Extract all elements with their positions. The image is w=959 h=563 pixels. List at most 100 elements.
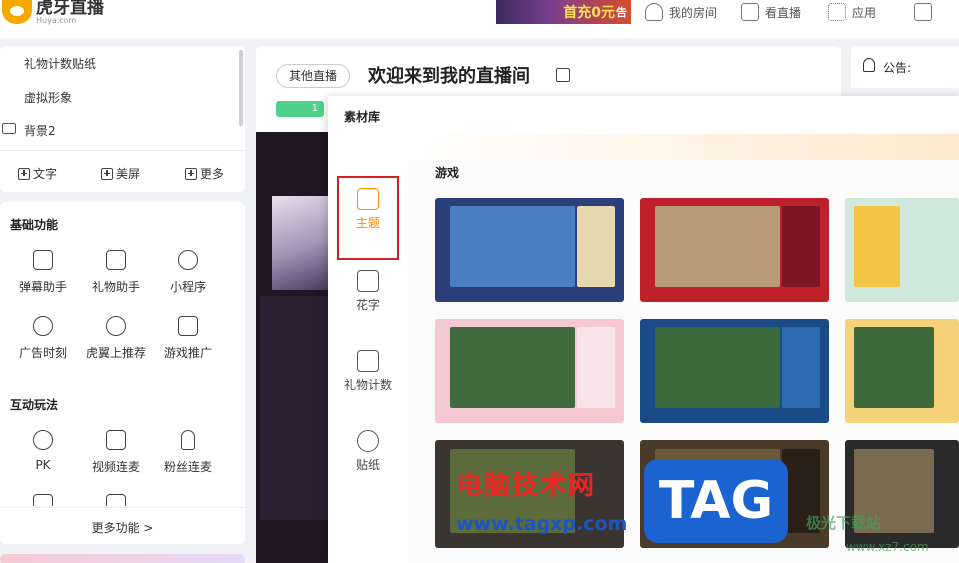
category-tag-button[interactable]: 其他直播 (276, 64, 350, 88)
ad-banner-text: 首充0元 (563, 5, 615, 21)
theme-thumbnail[interactable] (640, 319, 829, 423)
game-promo-button[interactable]: 游戏推广 (153, 316, 223, 361)
fan-link-button[interactable]: 粉丝连麦 (153, 430, 223, 475)
layer-item-avatar[interactable]: 虚拟形象 (24, 89, 72, 106)
tab-gift-counter[interactable]: 礼物计数 (328, 350, 408, 393)
tv-button[interactable] (8, 494, 78, 506)
ad-banner[interactable]: 首充0元告 (496, 0, 631, 24)
tab-gift-counter-label: 礼物计数 (343, 378, 392, 392)
layer-item-background[interactable]: 背景2 (24, 122, 56, 139)
nav-my-room-label: 我的房间 (669, 5, 718, 20)
nav-my-room[interactable]: 我的房间 (645, 0, 717, 24)
tab-fancy-text-label: 花字 (355, 298, 380, 312)
gamepad-icon (178, 316, 198, 336)
theme-thumbnail[interactable] (845, 198, 959, 302)
nav-apps-label: 应用 (852, 5, 877, 20)
plus-icon (185, 167, 197, 180)
gift-assistant-button[interactable]: 礼物助手 (81, 250, 151, 295)
logo-subtext: Huya.com (36, 16, 77, 25)
ad-time-label: 广告时刻 (18, 346, 67, 360)
mini-program-button[interactable]: 小程序 (153, 250, 223, 295)
video-link-icon (106, 430, 126, 450)
library-banner (408, 134, 959, 160)
add-beauty-button[interactable]: 美屏 (101, 165, 140, 182)
thumbnail-side-panel (576, 327, 615, 409)
quiz-button[interactable] (81, 494, 151, 506)
theme-thumbnail[interactable] (640, 198, 829, 302)
watermark-url: www.tagxp.com (456, 513, 628, 535)
tab-fancy-text[interactable]: 花字 (328, 270, 408, 313)
thumbnail-side-panel (576, 206, 615, 288)
divider (0, 150, 245, 151)
nav-watch-live[interactable]: 看直播 (741, 0, 801, 24)
tab-sticker[interactable]: 贴纸 (328, 430, 408, 473)
microphone-icon (181, 430, 195, 450)
tab-sticker-label: 贴纸 (355, 458, 380, 472)
interactive-title: 互动玩法 (10, 398, 59, 412)
pk-label: PK (35, 458, 51, 472)
danmu-assistant-button[interactable]: 弹幕助手 (8, 250, 78, 295)
huya-logo[interactable]: 虎牙直播 Huya.com (2, 0, 104, 25)
apps-grid-icon (828, 3, 846, 21)
notice-card: 公告: (851, 46, 959, 88)
thumbnail-screen (450, 327, 575, 409)
nav-messages[interactable] (914, 0, 932, 24)
thumbnail-screen (854, 206, 900, 288)
basic-functions-title: 基础功能 (10, 218, 59, 232)
add-more-button[interactable]: 更多 (185, 165, 224, 182)
layer-item-gift-counter[interactable]: 礼物计数贴纸 (24, 55, 96, 72)
add-more-label: 更多 (200, 167, 225, 181)
theme-thumbnail[interactable] (845, 319, 959, 423)
thumbnail-screen (854, 327, 934, 409)
message-icon (914, 3, 932, 21)
huyi-recommend-label: 虎翼上推荐 (85, 346, 146, 360)
huyi-recommend-button[interactable]: 虎翼上推荐 (81, 316, 151, 361)
watermark: 电脑技术网 www.tagxp.com TAG (444, 457, 788, 547)
image-icon (2, 123, 16, 134)
ad-time-button[interactable]: 广告时刻 (8, 316, 78, 361)
add-text-label: 文字 (33, 167, 58, 181)
watermark-secondary-name: 极光下载站 (806, 514, 882, 532)
theme-thumbnail[interactable] (435, 198, 624, 302)
anchor-character-image (272, 196, 328, 290)
yen-coin-icon (33, 316, 53, 336)
pk-button[interactable]: PK (8, 430, 78, 472)
category-title: 游戏 (435, 166, 460, 180)
thumbnail-side-panel (781, 206, 820, 288)
video-link-button[interactable]: 视频连麦 (81, 430, 151, 475)
bell-icon (863, 58, 875, 72)
more-functions-button[interactable]: 更多功能 > (0, 507, 245, 536)
play-icon (741, 3, 759, 21)
live-preview-lower (260, 296, 328, 520)
danmu-icon (33, 250, 53, 270)
gift-assistant-label: 礼物助手 (91, 280, 140, 294)
highlight-box (337, 176, 399, 260)
plus-icon (101, 167, 113, 180)
layer-list-scrollbar[interactable] (239, 50, 243, 126)
ad-banner-small: 告 (616, 6, 627, 19)
gift-n-icon (357, 350, 379, 372)
promo-strip (0, 554, 245, 563)
theme-thumbnail[interactable] (435, 319, 624, 423)
watermark-tag-logo: TAG (644, 459, 788, 543)
thumbnail-screen (450, 206, 575, 288)
huya-logo-icon (2, 0, 32, 24)
material-library-title: 素材库 (344, 110, 381, 124)
sticker-icon (357, 430, 379, 452)
text-t-icon (357, 270, 379, 292)
add-beauty-label: 美屏 (116, 167, 141, 181)
add-text-button[interactable]: 文字 (18, 165, 57, 182)
watermark-site-name: 电脑技术网 (456, 471, 597, 501)
thumbnail-screen (655, 206, 780, 288)
danmu-assistant-label: 弹幕助手 (18, 280, 67, 294)
functions-card: 基础功能 弹幕助手 礼物助手 小程序 广告时刻 虎翼上推荐 游戏推广 互动玩法 … (0, 202, 245, 544)
mini-program-icon (178, 250, 198, 270)
pk-shield-icon (33, 430, 53, 450)
nav-apps[interactable]: 应用 (828, 0, 876, 24)
question-icon (106, 494, 126, 506)
video-link-label: 视频连麦 (91, 460, 140, 474)
plus-icon (18, 167, 30, 180)
edit-icon[interactable] (556, 68, 570, 82)
thumbnail-side-panel (781, 327, 820, 409)
top-bar: 虎牙直播 Huya.com 首充0元告 我的房间 看直播 应用 (0, 0, 959, 38)
